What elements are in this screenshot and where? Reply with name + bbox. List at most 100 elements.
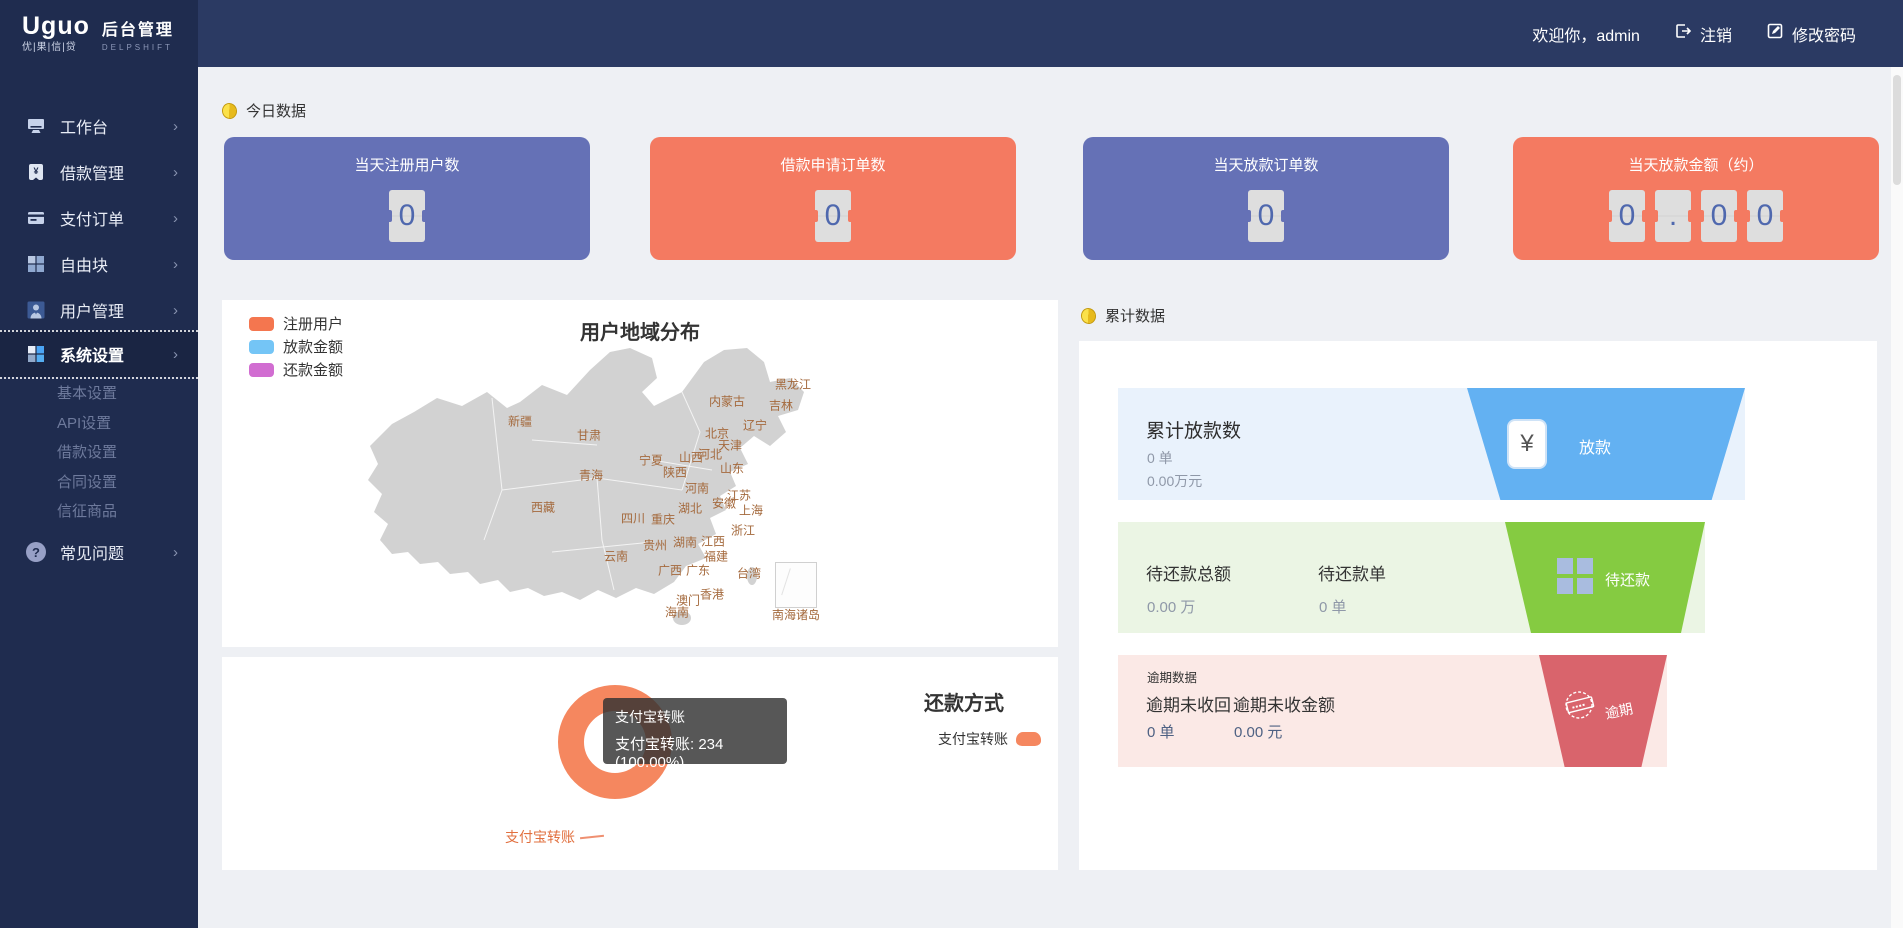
chevron-right-icon: ›: [173, 302, 178, 319]
province-label[interactable]: 四川: [621, 510, 645, 527]
funnel-segment-red: 逾期: [1539, 655, 1667, 767]
province-label[interactable]: 湖北: [678, 500, 702, 517]
chevron-right-icon: ›: [173, 256, 178, 273]
donut-legend-item[interactable]: 支付宝转账: [938, 729, 1041, 749]
monitor-icon: [25, 115, 47, 137]
province-label[interactable]: 湖南: [673, 534, 697, 551]
col-title: 逾期未收金额: [1233, 691, 1335, 716]
counter-digit: .: [1655, 190, 1691, 242]
funnel-segment-blue: ¥ 放款: [1467, 388, 1745, 500]
blocks-icon: [25, 253, 47, 275]
logout-icon: [1674, 22, 1692, 45]
chart-tooltip: 支付宝转账 支付宝转账: 234 (100.00%): [603, 698, 787, 764]
scrollbar[interactable]: [1891, 67, 1903, 928]
legend-item[interactable]: 放款金额: [249, 335, 343, 358]
summary-row-pending-repayment: 待还款总额 0.00 万 待还款单 0 单 待还款: [1118, 522, 1705, 633]
sidebar-item-payment-orders[interactable]: 支付订单 ›: [0, 203, 198, 233]
svg-text:¥: ¥: [33, 166, 38, 176]
repayment-method-panel: 还款方式 支付宝转账 支付宝转账 支付宝转账: 234 (100.00%) 支付…: [222, 657, 1058, 870]
province-label[interactable]: 香港: [700, 586, 724, 603]
stat-card-registered-users: 当天注册用户数 0: [224, 137, 590, 260]
today-heading: 今日数据: [246, 100, 306, 121]
yen-icon: ¥: [1507, 419, 1547, 469]
welcome-text: 欢迎你，admin: [1532, 22, 1640, 46]
province-label[interactable]: 广西: [658, 562, 682, 579]
stat-card-title: 当天放款订单数: [1083, 154, 1449, 175]
chevron-right-icon: ›: [173, 118, 178, 135]
stat-card-loan-applications: 借款申请订单数 0: [650, 137, 1016, 260]
legend-item[interactable]: 注册用户: [249, 312, 343, 335]
province-label[interactable]: 台湾: [737, 565, 761, 582]
sidebar-item-user-management[interactable]: 用户管理 ›: [0, 295, 198, 325]
province-label[interactable]: 西藏: [531, 499, 555, 516]
row-value: 0.00万元: [1147, 471, 1202, 491]
scrollbar-thumb[interactable]: [1893, 75, 1901, 185]
sidebar-subitem-loan-settings[interactable]: 借款设置: [57, 441, 117, 465]
province-label[interactable]: 甘肃: [577, 427, 601, 444]
counter-digit: 0: [1609, 190, 1645, 242]
province-label[interactable]: 青海: [579, 467, 603, 484]
province-label[interactable]: 山东: [720, 460, 744, 477]
sidebar-subitem-api-settings[interactable]: API设置: [57, 412, 111, 436]
payment-card-icon: [25, 207, 47, 229]
province-label[interactable]: 宁夏: [639, 452, 663, 469]
stat-card-loan-amount: 当天放款金额（约） 0.00: [1513, 137, 1879, 260]
province-label[interactable]: 重庆: [651, 511, 675, 528]
province-label[interactable]: 海南: [665, 604, 689, 621]
south-china-sea-label: 南海诸岛: [760, 606, 832, 623]
province-label[interactable]: 黑龙江: [775, 376, 811, 393]
today-section-header: 今日数据: [222, 100, 306, 121]
row-value: 0 单: [1147, 448, 1173, 468]
chevron-right-icon: ›: [173, 346, 178, 363]
province-label[interactable]: 吉林: [769, 397, 793, 414]
logout-button[interactable]: 注销: [1674, 22, 1732, 46]
province-label[interactable]: 上海: [739, 502, 763, 519]
settings-icon: [25, 343, 47, 365]
summary-heading: 累计数据: [1105, 305, 1165, 326]
sidebar-subitem-basic-settings[interactable]: 基本设置: [57, 382, 117, 406]
sidebar-item-loan-management[interactable]: ¥ 借款管理 ›: [0, 157, 198, 187]
app-title: 后台管理: [102, 16, 174, 40]
province-label[interactable]: 福建: [704, 548, 728, 565]
counter-digit: 0: [1747, 190, 1783, 242]
province-label[interactable]: 新疆: [508, 413, 532, 430]
province-label[interactable]: 浙江: [731, 522, 755, 539]
province-label[interactable]: 贵州: [643, 537, 667, 554]
sidebar-item-system-settings[interactable]: 系统设置 ›: [0, 339, 198, 369]
legend-item[interactable]: 还款金额: [249, 358, 343, 381]
counter-digit: 0: [1248, 190, 1284, 242]
overdue-stamp-icon: [1559, 685, 1599, 730]
change-password-button[interactable]: 修改密码: [1766, 22, 1856, 46]
province-label[interactable]: 辽宁: [743, 417, 767, 434]
question-icon: ?: [25, 541, 47, 563]
app-logo: Uguo 优|果|信|贷 后台管理 DELPSHIFT: [0, 0, 198, 67]
blocks-icon: [1557, 558, 1593, 594]
sidebar-item-workbench[interactable]: 工作台 ›: [0, 111, 198, 141]
app-subtitle: DELPSHIFT: [102, 43, 174, 52]
divider: [0, 377, 198, 379]
sidebar-subitem-contract-settings[interactable]: 合同设置: [57, 471, 117, 495]
province-label[interactable]: 陕西: [663, 464, 687, 481]
loan-book-icon: ¥: [25, 161, 47, 183]
sidebar-item-free-blocks[interactable]: 自由块 ›: [0, 249, 198, 279]
row-subheading: 逾期数据: [1147, 667, 1197, 686]
province-label[interactable]: 内蒙古: [709, 393, 745, 410]
sidebar-subitem-credit-products[interactable]: 信征商品: [57, 500, 117, 524]
province-label[interactable]: 河南: [685, 480, 709, 497]
funnel-label: 待还款: [1605, 569, 1650, 590]
province-label[interactable]: 云南: [604, 548, 628, 565]
counter-digit: 0: [389, 190, 425, 242]
divider: [0, 330, 198, 332]
donut-slice-label: 支付宝转账: [505, 827, 604, 847]
donut-chart-title: 还款方式: [924, 687, 1004, 716]
province-label[interactable]: 安徽: [712, 495, 736, 512]
legend-swatch: [249, 340, 274, 354]
col-value: 0.00 万: [1147, 596, 1195, 617]
stat-card-title: 借款申请订单数: [650, 154, 1016, 175]
col-title: 待还款总额: [1146, 560, 1231, 585]
summary-panel: 累计放款数 0 单 0.00万元 ¥ 放款 待还款总额 0.00 万 待还款单 …: [1079, 341, 1877, 870]
sidebar-item-faq[interactable]: ? 常见问题 ›: [0, 537, 198, 567]
summary-row-loans-issued: 累计放款数 0 单 0.00万元 ¥ 放款: [1118, 388, 1745, 500]
legend-swatch: [249, 363, 274, 377]
region-map-panel: 用户地域分布 注册用户 放款金额 还款金额: [222, 300, 1058, 647]
